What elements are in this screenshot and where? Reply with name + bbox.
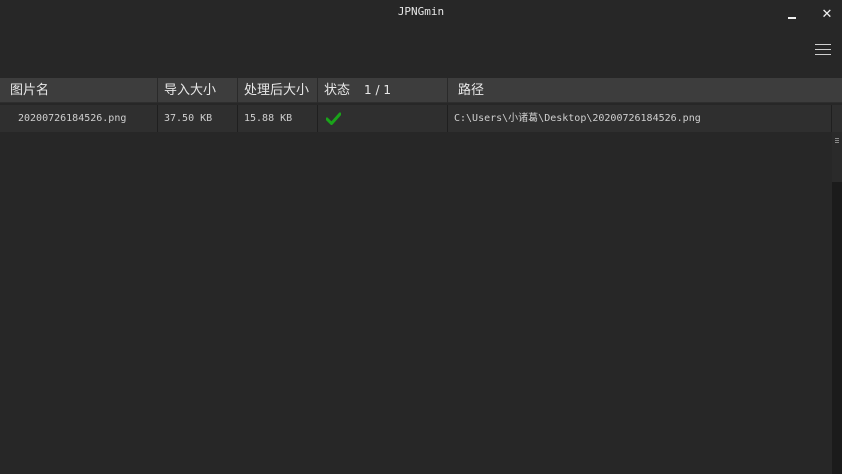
column-header-status[interactable]: 状态 1 / 1: [318, 78, 448, 103]
title-bar[interactable]: JPNGmin ✕: [0, 0, 842, 26]
checkmark-icon: [326, 112, 341, 125]
app-window: JPNGmin ✕ 图片名 导入大小 处理后大小 状态 1 / 1 路径 2020…: [0, 0, 842, 474]
column-header-input-size[interactable]: 导入大小: [158, 78, 238, 103]
minimize-icon: [788, 17, 796, 19]
cell-input-size: 37.50 KB: [158, 105, 238, 132]
window-title: JPNGmin: [397, 5, 445, 18]
cell-status: [318, 105, 448, 132]
column-header-path[interactable]: 路径: [448, 78, 842, 103]
menu-button[interactable]: [813, 41, 833, 57]
cell-output-size: 15.88 KB: [238, 105, 318, 132]
column-header-name[interactable]: 图片名: [0, 78, 158, 103]
status-count: 1 / 1: [364, 83, 391, 97]
scroll-grip-icon: [834, 136, 840, 146]
table-header: 图片名 导入大小 处理后大小 状态 1 / 1 路径: [0, 78, 842, 103]
cell-file-name: 20200726184526.png: [0, 105, 158, 132]
table-row[interactable]: 20200726184526.png 37.50 KB 15.88 KB C:\…: [0, 105, 842, 132]
hamburger-menu-icon: [815, 44, 831, 45]
vertical-scrollbar[interactable]: [832, 132, 842, 474]
file-table: 图片名 导入大小 处理后大小 状态 1 / 1 路径 20200726184526…: [0, 78, 842, 132]
close-button[interactable]: ✕: [817, 4, 837, 24]
column-header-output-size[interactable]: 处理后大小: [238, 78, 318, 103]
status-label: 状态: [324, 83, 351, 98]
minimize-button[interactable]: [782, 4, 802, 24]
close-icon: ✕: [821, 6, 833, 22]
cell-path: C:\Users\小诸葛\Desktop\20200726184526.png: [448, 105, 832, 132]
